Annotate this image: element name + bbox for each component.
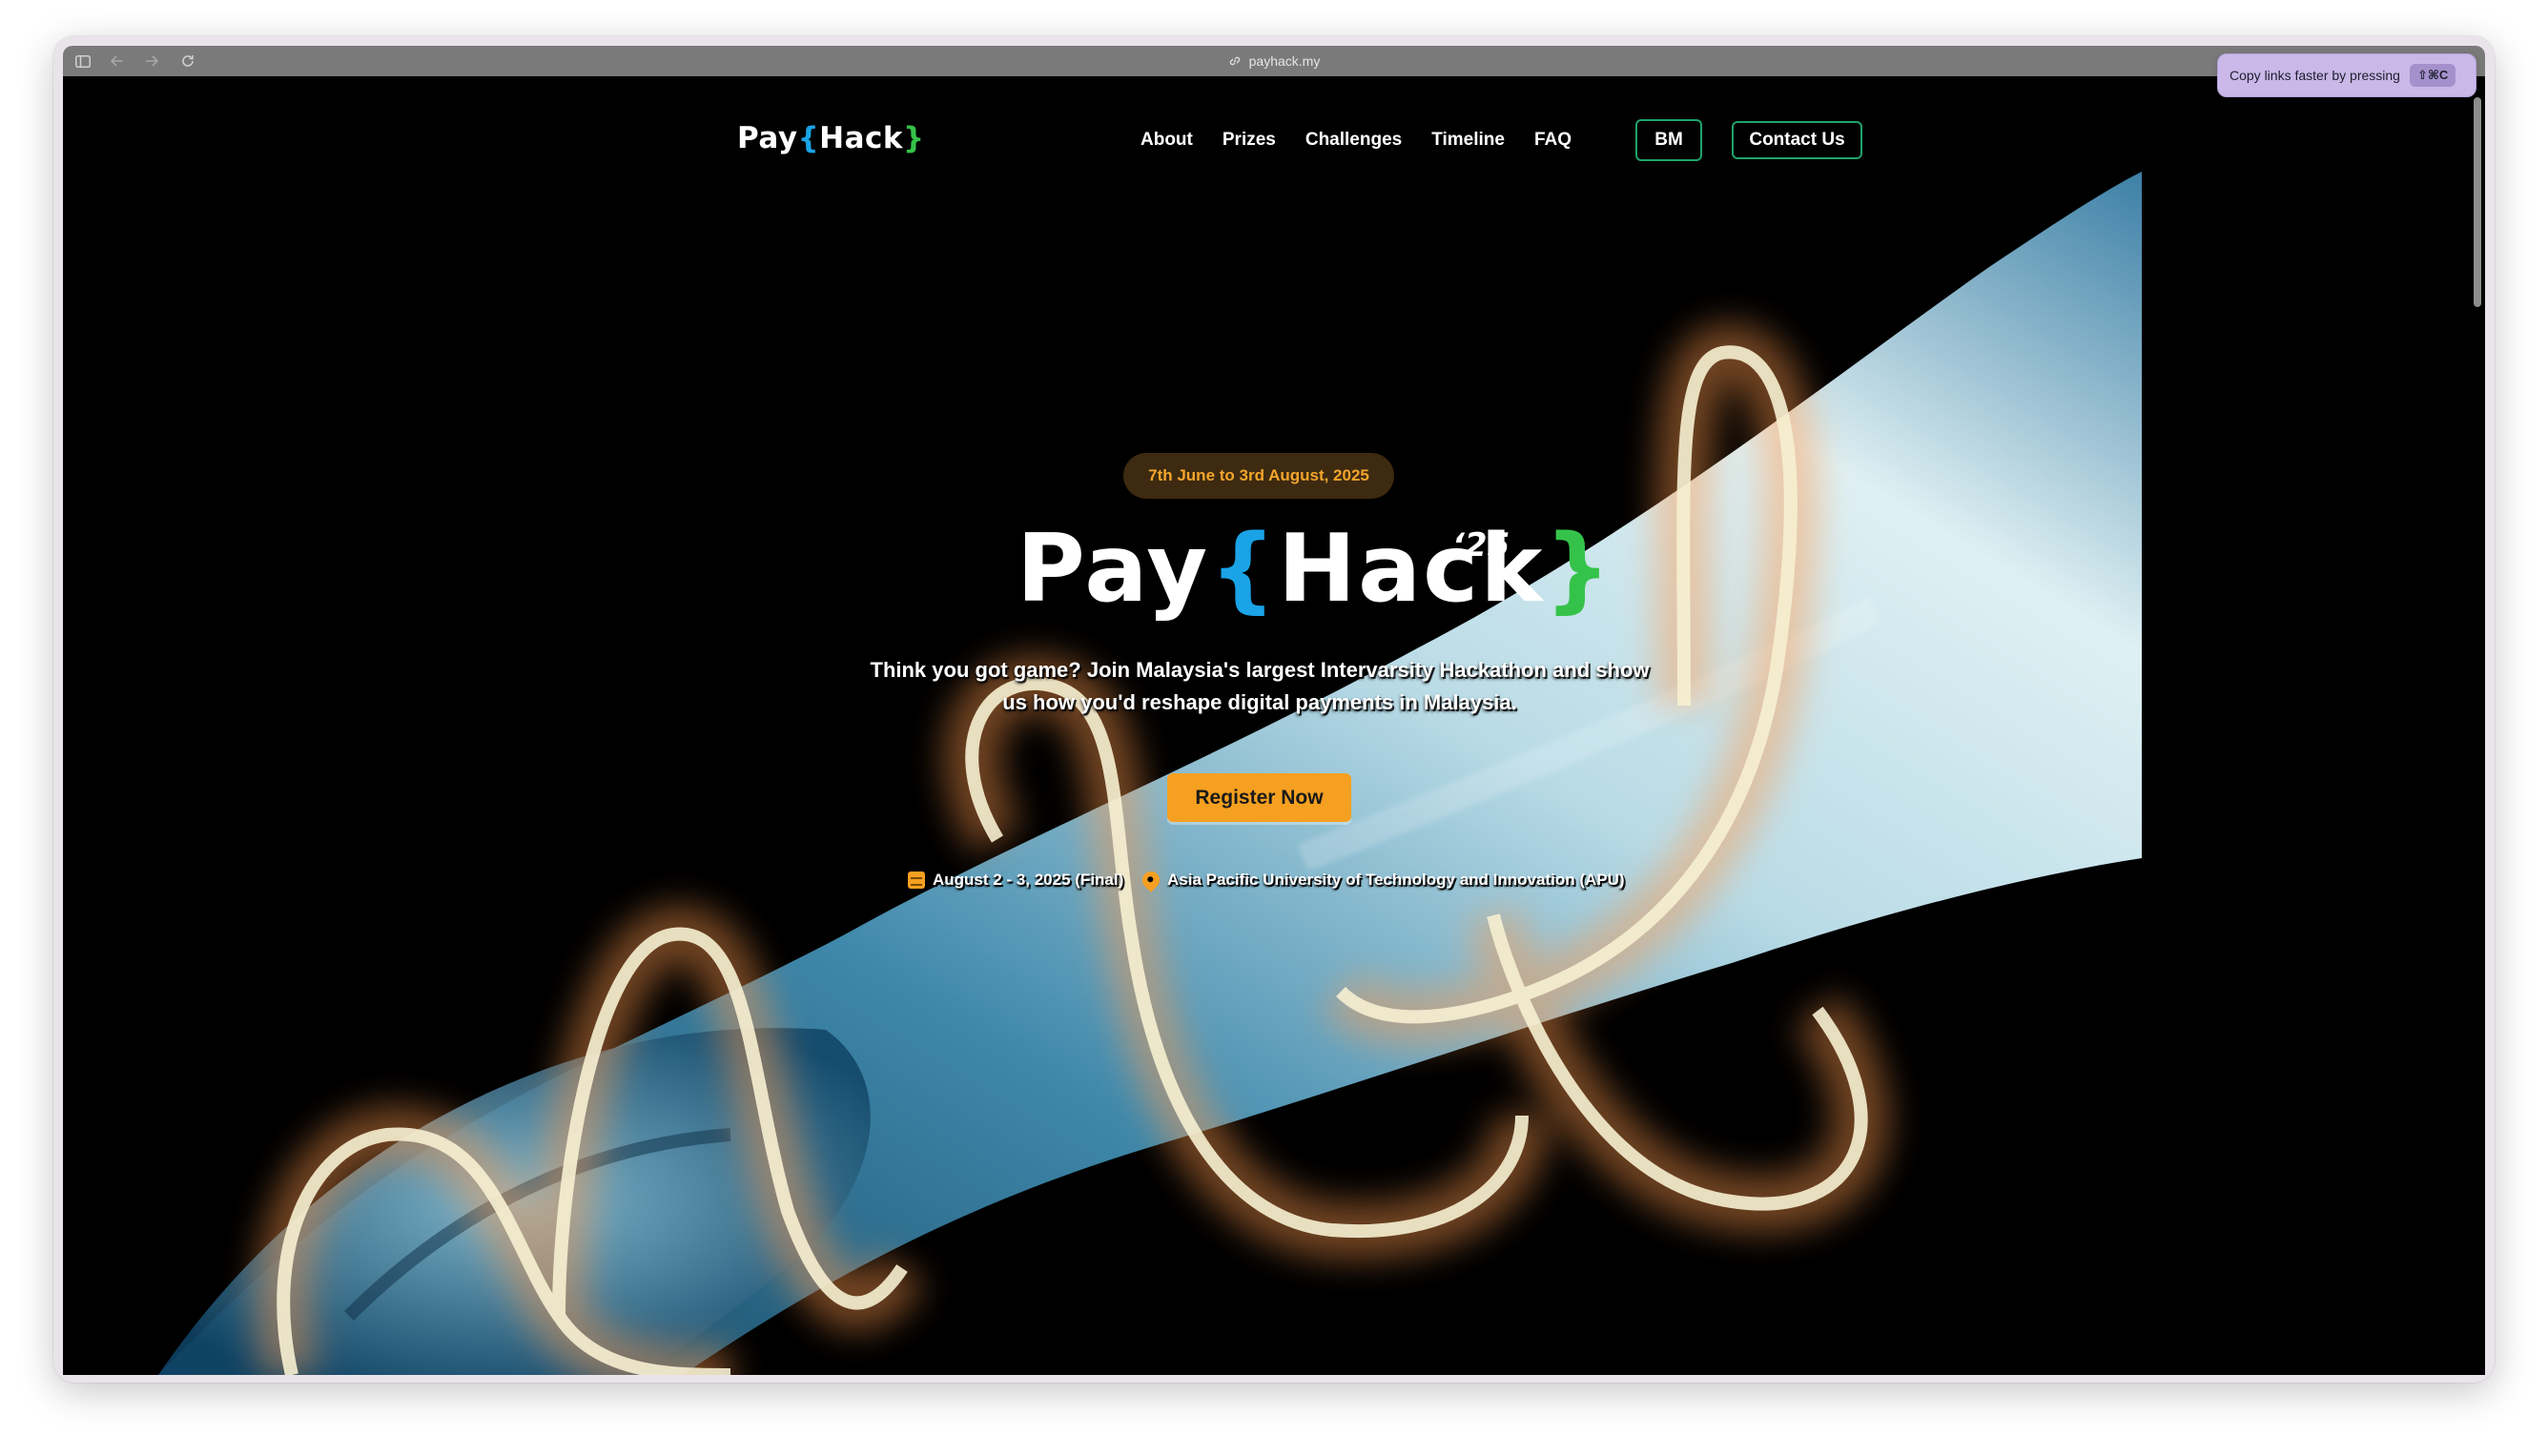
browser-toolbar: payhack.my — [63, 46, 2485, 76]
hero-logo: Pay{Hack} — [1017, 515, 1613, 629]
event-date-text: August 2 - 3, 2025 (Final) — [933, 871, 1124, 889]
venue-text: Asia Pacific University of Technology an… — [1167, 871, 1625, 889]
browser-window: payhack.my Pay{Hack} About Prizes Challe… — [53, 36, 2495, 1383]
language-button[interactable]: BM — [1635, 119, 1702, 161]
logo-brace-close: } — [903, 121, 925, 155]
address-bar[interactable]: payhack.my — [63, 46, 2485, 76]
page-viewport: Pay{Hack} About Prizes Challenges Timeli… — [63, 76, 2485, 1375]
link-icon — [1229, 56, 1240, 66]
logo-text-pay: Pay — [737, 121, 798, 155]
hero-tagline: Think you got game? Join Malaysia's larg… — [870, 658, 1650, 714]
event-date-info: August 2 - 3, 2025 (Final) — [908, 871, 1123, 890]
venue-info: Asia Pacific University of Technology an… — [1139, 868, 1625, 892]
location-pin-icon — [1139, 868, 1163, 892]
nav-link-challenges[interactable]: Challenges — [1305, 130, 1402, 151]
hero-logo-brace-close: } — [1544, 515, 1613, 624]
shortcut-badge: ⇧⌘C — [2409, 64, 2456, 87]
hero-arm-artwork — [158, 172, 2142, 1375]
register-now-button[interactable]: Register Now — [1167, 773, 1351, 822]
nav-link-faq[interactable]: FAQ — [1534, 130, 1572, 151]
hero-logo-brace-open: { — [1209, 515, 1278, 624]
page-scrollbar[interactable] — [2474, 97, 2481, 307]
copy-link-toast[interactable]: Copy links faster by pressing ⇧⌘C — [2217, 53, 2476, 97]
nav-link-prizes[interactable]: Prizes — [1223, 130, 1276, 151]
logo-text-hack: Hack — [819, 121, 903, 155]
toast-text: Copy links faster by pressing — [2230, 68, 2400, 83]
site-logo[interactable]: Pay{Hack} — [737, 121, 925, 155]
hero-logo-pay: Pay — [1017, 515, 1210, 624]
event-date-pill: 7th June to 3rd August, 2025 — [1123, 453, 1394, 499]
url-text: payhack.my — [1248, 53, 1321, 69]
main-nav: About Prizes Challenges Timeline FAQ — [1140, 130, 1601, 151]
calendar-icon — [908, 872, 925, 889]
logo-brace-open: { — [797, 121, 820, 155]
nav-link-timeline[interactable]: Timeline — [1431, 130, 1505, 151]
hero-year: ‘25 — [1452, 526, 1510, 564]
nav-link-about[interactable]: About — [1140, 130, 1193, 151]
contact-us-button[interactable]: Contact Us — [1732, 121, 1862, 159]
